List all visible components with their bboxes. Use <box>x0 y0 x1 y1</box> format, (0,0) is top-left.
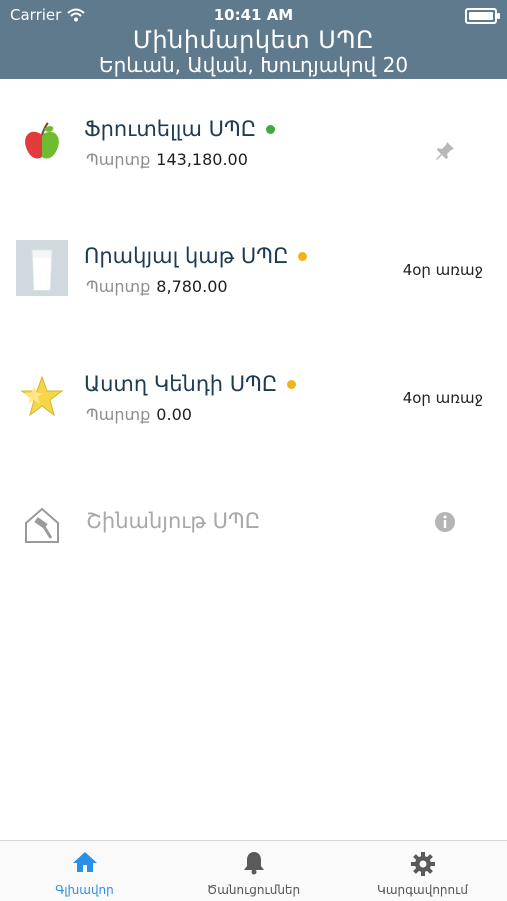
last-update-text: 4օր առաջ <box>402 389 483 407</box>
battery-icon <box>465 8 500 24</box>
balance-label: Պարտք <box>86 405 151 424</box>
balance-label: Պարտք <box>86 150 151 169</box>
status-dot <box>298 251 308 261</box>
tab-bar: Գլխավոր Ծանուցումներ Կարգավորում <box>0 840 507 901</box>
app-header: Carrier 10:41 AM Մինիմարկետ ՍՊԸ Երևան, Ա… <box>0 0 507 79</box>
supplier-row[interactable]: Աստղ Կենդի ՍՊԸ Պարտք 0.00 4օր առաջ <box>0 335 507 463</box>
supplier-name: Աստղ Կենդի ՍՊԸ <box>84 372 297 396</box>
balance-value: 8,780.00 <box>156 277 228 296</box>
status-dot <box>287 379 297 389</box>
supplier-row[interactable]: Որակյալ կաթ ՍՊԸ Պարտք 8,780.00 4օր առաջ <box>0 207 507 335</box>
tab-label: Կարգավորում <box>377 883 468 897</box>
pin-icon[interactable] <box>435 141 455 165</box>
supplier-name-label: Շինանյութ ՍՊԸ <box>86 509 261 533</box>
tab-notifications[interactable]: Ծանուցումներ <box>169 841 338 901</box>
candy-star-icon <box>16 368 68 424</box>
supplier-name: Ֆրուտելլա ՍՊԸ <box>84 117 276 141</box>
balance-value: 143,180.00 <box>156 150 248 169</box>
status-dot <box>266 124 276 134</box>
apple-icon <box>16 115 68 171</box>
tab-home[interactable]: Գլխավոր <box>0 841 169 901</box>
supplier-name: Որակյալ կաթ ՍՊԸ <box>84 244 308 268</box>
balance-label: Պարտք <box>86 277 151 296</box>
info-icon[interactable] <box>434 511 456 537</box>
last-update-text: 4օր առաջ <box>402 261 483 279</box>
supplier-balance: Պարտք 143,180.00 <box>86 150 248 169</box>
milk-glass-icon <box>16 240 68 296</box>
tab-label: Ծանուցումներ <box>206 883 301 897</box>
home-icon <box>0 851 169 873</box>
bell-icon <box>169 851 338 875</box>
supplier-balance: Պարտք 8,780.00 <box>86 277 228 296</box>
page-title: Մինիմարկետ ՍՊԸ <box>132 26 375 54</box>
supplier-name-label: Աստղ Կենդի ՍՊԸ <box>84 372 278 396</box>
supplier-balance: Պարտք 0.00 <box>86 405 192 424</box>
supplier-name-label: Ֆրուտելլա ՍՊԸ <box>84 117 257 141</box>
balance-value: 0.00 <box>156 405 192 424</box>
supplier-row-disabled[interactable]: Շինանյութ ՍՊԸ <box>0 463 507 591</box>
tab-settings[interactable]: Կարգավորում <box>338 841 507 901</box>
tab-label: Գլխավոր <box>55 883 114 897</box>
status-bar: Carrier 10:41 AM <box>10 6 500 26</box>
house-hammer-icon <box>16 497 68 553</box>
supplier-row[interactable]: Ֆրուտելլա ՍՊԸ Պարտք 143,180.00 <box>0 79 507 207</box>
status-time: 10:41 AM <box>213 6 294 24</box>
page-subtitle: Երևան, Ավան, Խուդյակով 20 <box>98 53 409 77</box>
supplier-name-label: Որակյալ կաթ ՍՊԸ <box>84 244 289 268</box>
gear-icon <box>338 851 507 877</box>
